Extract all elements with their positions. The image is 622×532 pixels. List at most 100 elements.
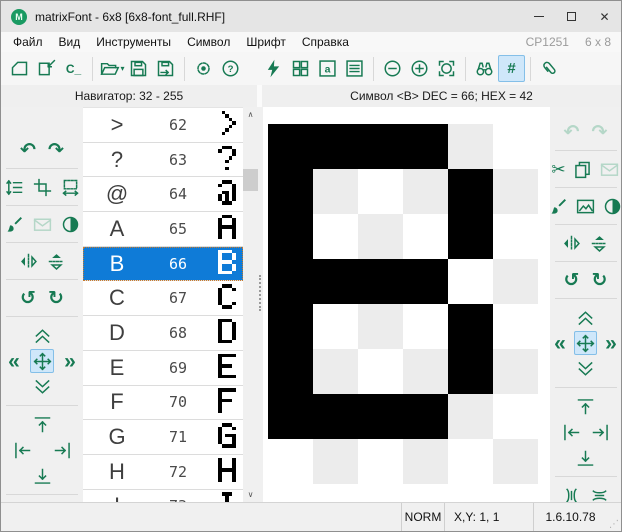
- zoom-in-button[interactable]: [406, 55, 433, 82]
- attach-button[interactable]: [536, 55, 563, 82]
- list-item-char-68[interactable]: D68: [83, 316, 243, 351]
- list-item-char-71[interactable]: G71: [83, 420, 243, 455]
- pixel-cell[interactable]: [448, 394, 493, 439]
- pixel-cell[interactable]: [313, 259, 358, 304]
- shift-right-button[interactable]: »: [601, 331, 621, 355]
- list-item-char-66[interactable]: B66: [83, 247, 243, 282]
- shift-up-button[interactable]: [30, 323, 54, 347]
- pixel-cell[interactable]: [448, 259, 493, 304]
- pixel-cell[interactable]: [448, 439, 493, 484]
- preview-char-button[interactable]: a: [314, 55, 341, 82]
- pixel-cell[interactable]: [268, 169, 313, 214]
- save-as-button[interactable]: [152, 55, 179, 82]
- pixel-cell[interactable]: [403, 349, 448, 394]
- brush-button[interactable]: [2, 212, 26, 236]
- pixel-cell[interactable]: [268, 259, 313, 304]
- pixel-cell[interactable]: [403, 304, 448, 349]
- pixel-cell[interactable]: [448, 304, 493, 349]
- pixel-cell[interactable]: [403, 394, 448, 439]
- pixel-cell[interactable]: [403, 169, 448, 214]
- glyph-map-button[interactable]: [287, 55, 314, 82]
- grid-toggle-button[interactable]: #: [498, 55, 525, 82]
- list-item-char-73[interactable]: I73: [83, 490, 243, 502]
- pixel-cell[interactable]: [493, 394, 538, 439]
- squeeze-vertical-button[interactable]: [588, 483, 612, 502]
- font-import-button[interactable]: [33, 55, 60, 82]
- preview-text-button[interactable]: [341, 55, 368, 82]
- minimize-button[interactable]: [522, 1, 555, 32]
- resize-grip[interactable]: ⋰: [607, 503, 621, 531]
- pixel-cell[interactable]: [313, 304, 358, 349]
- menu-item-symbol[interactable]: Символ: [179, 33, 238, 51]
- pixel-cell[interactable]: [358, 169, 403, 214]
- pixel-cell[interactable]: [313, 169, 358, 214]
- shift-down-button[interactable]: [574, 357, 598, 381]
- list-item-char-70[interactable]: F70: [83, 386, 243, 421]
- help-button[interactable]: ?: [217, 55, 244, 82]
- pixel-cell[interactable]: [358, 439, 403, 484]
- snap-left-button[interactable]: [559, 420, 583, 444]
- pixel-cell[interactable]: [358, 214, 403, 259]
- pixel-cell[interactable]: [313, 349, 358, 394]
- rotate-right-button[interactable]: ↻: [588, 268, 612, 292]
- rotate-left-button[interactable]: ↺: [560, 268, 584, 292]
- copy-button[interactable]: [571, 157, 594, 181]
- zoom-fit-button[interactable]: [433, 55, 460, 82]
- menu-item-font[interactable]: Шрифт: [238, 33, 293, 51]
- undo-button[interactable]: ↶: [16, 138, 40, 162]
- squeeze-horizontal-button[interactable]: [560, 483, 584, 502]
- pixel-cell[interactable]: [448, 124, 493, 169]
- shift-right-button[interactable]: »: [58, 349, 82, 373]
- snap-left-button[interactable]: [10, 438, 34, 462]
- menu-item-help[interactable]: Справка: [294, 33, 357, 51]
- brush-button[interactable]: [550, 194, 570, 218]
- list-item-char-69[interactable]: E69: [83, 351, 243, 386]
- flip-vertical-button[interactable]: [588, 231, 612, 255]
- pixel-cell[interactable]: [268, 349, 313, 394]
- pixel-cell[interactable]: [358, 259, 403, 304]
- pixel-cell[interactable]: [268, 304, 313, 349]
- pixel-cell[interactable]: [448, 214, 493, 259]
- pixel-cell[interactable]: [358, 124, 403, 169]
- shift-left-button[interactable]: «: [2, 349, 26, 373]
- panel-splitter[interactable]: [258, 107, 263, 502]
- pixel-cell[interactable]: [493, 439, 538, 484]
- rotate-left-button[interactable]: ↺: [16, 286, 40, 310]
- settings-button[interactable]: [190, 55, 217, 82]
- snap-right-button[interactable]: [588, 420, 612, 444]
- menu-item-view[interactable]: Вид: [51, 33, 89, 51]
- pixel-cell[interactable]: [493, 169, 538, 214]
- flip-horizontal-button[interactable]: [560, 231, 584, 255]
- pixel-cell[interactable]: [403, 124, 448, 169]
- pixel-cell[interactable]: [448, 349, 493, 394]
- pixel-cell[interactable]: [448, 169, 493, 214]
- redo-button[interactable]: ↷: [44, 138, 68, 162]
- maximize-button[interactable]: [555, 1, 588, 32]
- list-item-char-67[interactable]: C67: [83, 281, 243, 316]
- font-new-button[interactable]: [6, 55, 33, 82]
- flip-vertical-button[interactable]: [44, 249, 68, 273]
- pixel-cell[interactable]: [268, 439, 313, 484]
- list-scrollbar[interactable]: ∧ ∨: [243, 107, 258, 502]
- close-button[interactable]: ✕: [588, 1, 621, 32]
- list-item-char-65[interactable]: A65: [83, 212, 243, 247]
- optimize-button[interactable]: [260, 55, 287, 82]
- pixel-cell[interactable]: [403, 214, 448, 259]
- scroll-thumb[interactable]: [243, 169, 258, 191]
- flip-horizontal-button[interactable]: [16, 249, 40, 273]
- scroll-down-arrow[interactable]: ∨: [243, 487, 258, 502]
- pixel-cell[interactable]: [268, 124, 313, 169]
- pixel-cell[interactable]: [268, 394, 313, 439]
- pixel-cell[interactable]: [313, 214, 358, 259]
- pixel-cell[interactable]: [358, 349, 403, 394]
- char-height-button[interactable]: [2, 175, 26, 199]
- menu-item-tools[interactable]: Инструменты: [88, 33, 179, 51]
- pixel-cell[interactable]: [403, 259, 448, 304]
- pixel-cell[interactable]: [268, 214, 313, 259]
- charset-new-button[interactable]: C_: [60, 55, 87, 82]
- pixel-cell[interactable]: [358, 394, 403, 439]
- pixel-cell[interactable]: [493, 124, 538, 169]
- crop-button[interactable]: [30, 175, 54, 199]
- pixel-cell[interactable]: [493, 304, 538, 349]
- menu-item-file[interactable]: Файл: [5, 33, 51, 51]
